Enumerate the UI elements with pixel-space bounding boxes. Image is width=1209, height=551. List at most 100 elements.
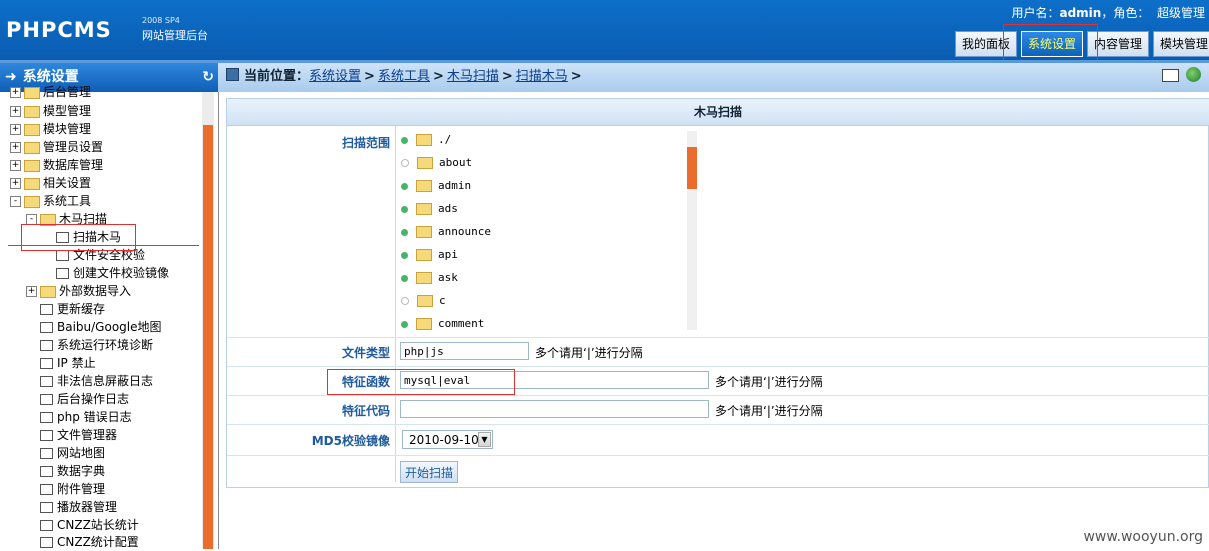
sidebar-item-label: 外部数据导入 (59, 284, 132, 298)
sidebar-item-related[interactable]: + 相关设置 (10, 174, 91, 192)
sidebar-item-player[interactable]: 播放器管理 (40, 498, 117, 516)
breadcrumb: 当前位置：系统设置 > 系统工具 > 木马扫描 > 扫描木马 > (226, 63, 585, 92)
sidebar-item-label: CNZZ站长统计 (57, 518, 139, 532)
sidebar-item-label: 系统工具 (43, 194, 92, 208)
sidebar-item-block-log[interactable]: 非法信息屏蔽日志 (40, 372, 153, 390)
sidebar-item-label: 播放器管理 (57, 500, 118, 514)
sidebar-item-sitemap[interactable]: 网站地图 (40, 444, 105, 462)
start-scan-button[interactable]: 开始扫描 (400, 461, 458, 483)
sidebar-item-label: 相关设置 (43, 176, 92, 190)
file-type-label: 文件类型 (341, 346, 390, 360)
sidebar-item-attachments[interactable]: 附件管理 (40, 480, 105, 498)
checked-dot-icon[interactable] (401, 274, 408, 282)
sidebar-item-system-tools[interactable]: - 系统工具 (10, 192, 91, 210)
sidebar-item-label: php 错误日志 (57, 410, 132, 424)
page-icon (56, 250, 69, 261)
sidebar-item-php-error-log[interactable]: php 错误日志 (40, 408, 132, 426)
expand-icon[interactable]: + (10, 178, 21, 189)
folder-icon (24, 105, 40, 118)
sidebar-item-cnzz-stats[interactable]: CNZZ站长统计 (40, 516, 139, 534)
sidebar-item-label: 模块管理 (43, 122, 92, 136)
checked-dot-icon[interactable] (401, 251, 408, 259)
scan-panel (226, 98, 1209, 488)
sidebar-item-map[interactable]: Baibu/Google地图 (40, 318, 162, 336)
md5-select[interactable]: 2010-09-10 ▼ (402, 430, 493, 449)
page-icon (40, 340, 53, 351)
highlight-box-tree (21, 224, 136, 251)
dir-item[interactable]: ./ (398, 133, 451, 155)
role-name: 超级管理 (1156, 6, 1205, 20)
expand-icon[interactable]: + (10, 87, 21, 98)
sidebar-item-admin[interactable]: + 管理员设置 (10, 138, 103, 156)
dir-list[interactable]: ./ about admin ads announce api ask c co… (398, 131, 697, 330)
breadcrumb-item-scan-trojan[interactable]: 扫描木马 (516, 69, 568, 84)
sidebar-scrollbar-thumb[interactable] (203, 125, 213, 549)
dir-item[interactable]: about (398, 156, 472, 178)
logo: PHPCMS (6, 18, 112, 42)
sidebar-item-label: 附件管理 (57, 482, 106, 496)
expand-icon[interactable]: + (10, 142, 21, 153)
sidebar-item-diagnosis[interactable]: 系统运行环境诊断 (40, 336, 153, 354)
sidebar-item-ip-ban[interactable]: IP 禁止 (40, 354, 96, 372)
role-label: ，角色： (1101, 6, 1150, 20)
page-icon (56, 268, 69, 279)
sidebar-item-backend[interactable]: + 后台管理 (10, 83, 91, 101)
breadcrumb-item-system-tools[interactable]: 系统工具 (378, 69, 430, 84)
breadcrumb-item-trojan-scan[interactable]: 木马扫描 (447, 69, 499, 84)
dir-item[interactable]: admin (398, 179, 471, 201)
tab-module-management[interactable]: 模块管理 (1153, 31, 1209, 57)
sidebar-item-update-cache[interactable]: 更新缓存 (40, 300, 105, 318)
code-input[interactable] (400, 400, 709, 418)
sidebar-item-import[interactable]: + 外部数据导入 (26, 282, 131, 300)
checked-dot-icon[interactable] (401, 228, 408, 236)
sidebar-item-database[interactable]: + 数据库管理 (10, 156, 103, 174)
page-icon (40, 412, 53, 423)
breadcrumb-prefix: 当前位置： (244, 69, 310, 84)
sidebar-item-label: 模型管理 (43, 104, 92, 118)
sidebar-item-model[interactable]: + 模型管理 (10, 102, 91, 120)
collapse-icon[interactable]: - (10, 196, 21, 207)
expand-icon[interactable]: + (26, 286, 37, 297)
breadcrumb-sep: > (501, 69, 513, 84)
user-name: admin (1059, 6, 1102, 20)
folder-icon (417, 295, 433, 307)
checked-dot-icon[interactable] (401, 205, 408, 213)
dir-list-scrollbar-thumb[interactable] (687, 147, 697, 189)
sidebar-item-label: IP 禁止 (57, 356, 96, 370)
sidebar-item-cnzz-config[interactable]: CNZZ统计配置 (40, 533, 139, 551)
dir-item[interactable]: api (398, 248, 458, 270)
expand-icon[interactable]: + (10, 124, 21, 135)
checked-dot-icon[interactable] (401, 136, 408, 144)
breadcrumb-sep: > (570, 69, 582, 84)
sidebar-item-op-log[interactable]: 后台操作日志 (40, 390, 129, 408)
sidebar-item-label: 更新缓存 (57, 302, 106, 316)
dir-item[interactable]: ads (398, 202, 458, 224)
sidebar-item-file-manager[interactable]: 文件管理器 (40, 426, 117, 444)
dir-name: ads (438, 202, 458, 215)
sidebar-item-dictionary[interactable]: 数据字典 (40, 462, 105, 480)
mail-icon[interactable] (1162, 69, 1179, 82)
dir-item[interactable]: c (398, 294, 446, 316)
refresh-icon[interactable]: ↻ (202, 63, 214, 91)
checked-dot-icon[interactable] (401, 320, 408, 328)
page-icon (40, 394, 53, 405)
unchecked-dot-icon[interactable] (401, 297, 409, 305)
file-type-input[interactable]: php|js (400, 342, 529, 360)
sidebar-item-label: 后台操作日志 (57, 392, 130, 406)
sidebar-item-label: 创建文件校验镜像 (73, 266, 170, 280)
dir-item[interactable]: announce (398, 225, 491, 247)
dir-item[interactable]: comment (398, 317, 484, 330)
checked-dot-icon[interactable] (401, 182, 408, 190)
dir-item[interactable]: ask (398, 271, 458, 293)
folder-icon (24, 159, 40, 172)
breadcrumb-item-system-settings[interactable]: 系统设置 (309, 69, 361, 84)
page-icon (40, 430, 53, 441)
chevron-down-icon[interactable]: ▼ (478, 432, 491, 447)
sidebar-item-module[interactable]: + 模块管理 (10, 120, 91, 138)
globe-icon[interactable] (1186, 67, 1201, 82)
expand-icon[interactable]: + (10, 106, 21, 117)
md5-label: MD5校验镜像 (311, 434, 390, 448)
unchecked-dot-icon[interactable] (401, 159, 409, 167)
sidebar-item-create-mirror[interactable]: 创建文件校验镜像 (56, 264, 169, 282)
expand-icon[interactable]: + (10, 160, 21, 171)
